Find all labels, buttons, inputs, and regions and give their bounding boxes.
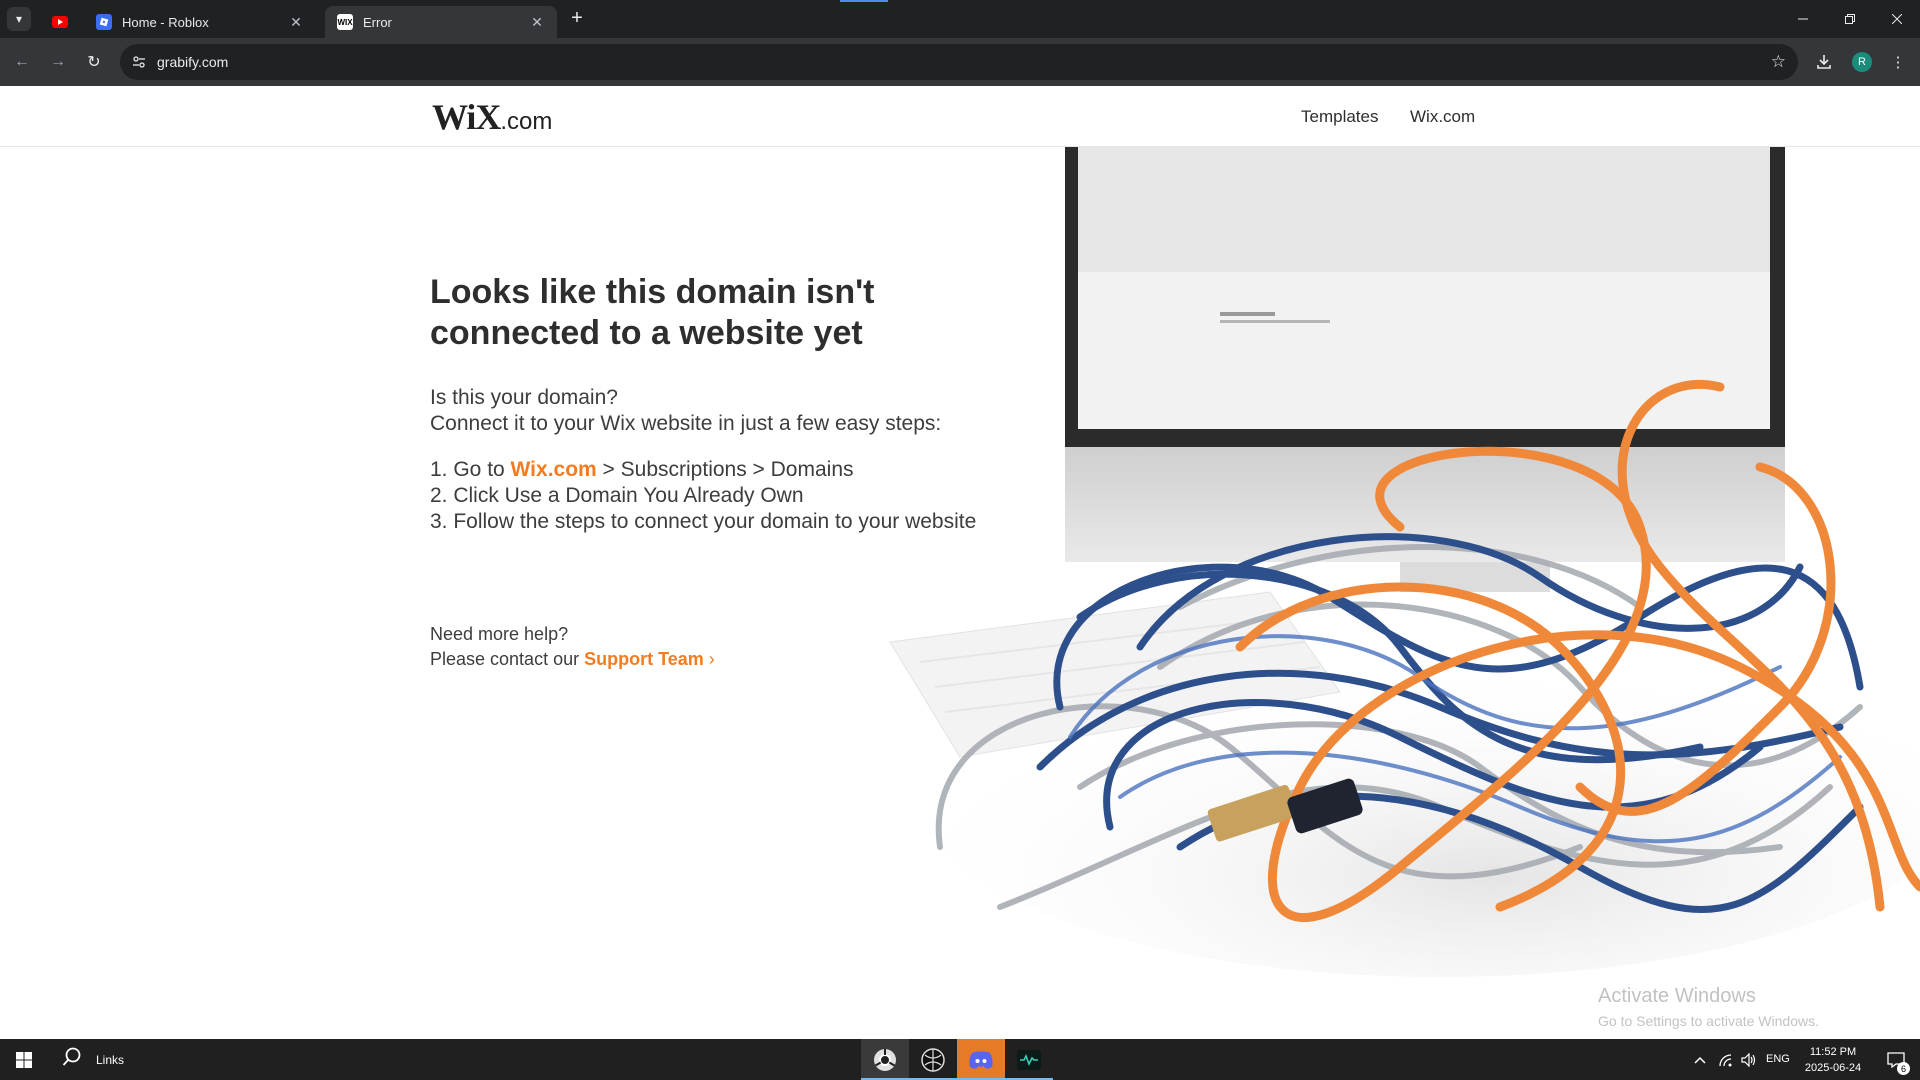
reload-icon[interactable]: ↻ bbox=[82, 50, 106, 74]
step-1-suffix: > Subscriptions > Domains bbox=[596, 458, 854, 481]
close-window-button[interactable] bbox=[1874, 0, 1920, 38]
roblox-icon bbox=[96, 14, 112, 30]
tab-youtube[interactable] bbox=[42, 6, 78, 38]
page-title: Looks like this domain isn't connected t… bbox=[430, 273, 875, 352]
wix-logo[interactable]: WiX .com bbox=[432, 96, 552, 138]
intro-line-2: Connect it to your Wix website in just a… bbox=[430, 412, 942, 435]
nav-templates-link[interactable]: Templates bbox=[1301, 107, 1378, 127]
windows-logo-icon bbox=[16, 1051, 32, 1068]
browser-tab-strip: ▾ Home - Roblox ✕ WIX Error ✕ + bbox=[0, 0, 1920, 38]
bookmark-star-icon[interactable]: ☆ bbox=[1771, 52, 1786, 72]
nav-wix-link[interactable]: Wix.com bbox=[1410, 107, 1475, 127]
chevron-up-icon[interactable] bbox=[1690, 1039, 1710, 1080]
network-icon[interactable] bbox=[1715, 1039, 1737, 1080]
watermark-subtitle: Go to Settings to activate Windows. bbox=[1598, 1013, 1819, 1029]
tab-roblox[interactable]: Home - Roblox ✕ bbox=[84, 6, 316, 38]
wix-link[interactable]: Wix.com bbox=[511, 458, 597, 481]
language-indicator[interactable]: ENG bbox=[1766, 1053, 1790, 1065]
logo-suffix: .com bbox=[500, 108, 553, 135]
windows-taskbar: Links ENG 11:52 PM 2025-06-24 6 bbox=[0, 1039, 1920, 1080]
minimize-button[interactable] bbox=[1780, 0, 1826, 38]
taskbar-search[interactable]: Links bbox=[50, 1039, 220, 1080]
intro-line-1: Is this your domain? bbox=[430, 386, 618, 409]
watermark-title: Activate Windows bbox=[1598, 985, 1756, 1007]
taskbar-chrome[interactable] bbox=[861, 1039, 909, 1080]
browser-toolbar: ← → ↻ grabify.com ☆ R ⋮ bbox=[0, 38, 1920, 86]
help-prefix: Please contact our bbox=[430, 649, 585, 669]
app-waveform-icon bbox=[1017, 1049, 1041, 1070]
site-settings-icon[interactable] bbox=[130, 53, 148, 71]
chrome-icon bbox=[874, 1048, 896, 1071]
close-icon[interactable]: ✕ bbox=[288, 14, 304, 30]
download-icon[interactable] bbox=[1812, 50, 1836, 74]
taskbar-app-4[interactable] bbox=[1005, 1039, 1053, 1080]
restore-button[interactable] bbox=[1827, 0, 1873, 38]
step-2: 2. Click Use a Domain You Already Own bbox=[430, 484, 804, 507]
tangled-cables-illustration bbox=[889, 147, 1920, 977]
search-label: Links bbox=[96, 1052, 125, 1067]
back-arrow-icon[interactable]: ← bbox=[10, 50, 34, 74]
step-3: 3. Follow the steps to connect your doma… bbox=[430, 510, 977, 533]
close-icon[interactable]: ✕ bbox=[529, 14, 545, 30]
tab-title: Home - Roblox bbox=[122, 14, 209, 30]
discord-icon bbox=[969, 1051, 993, 1069]
youtube-icon bbox=[52, 16, 68, 28]
new-tab-button[interactable]: + bbox=[566, 8, 588, 30]
tab-search-button[interactable]: ▾ bbox=[7, 7, 31, 31]
web-page: WiX .com Templates Wix.com Looks like th… bbox=[0, 86, 1920, 1039]
step-1: 1. Go to Wix.com > Subscriptions > Domai… bbox=[430, 458, 854, 482]
logo-main: WiX bbox=[432, 97, 501, 137]
help-line-2: Please contact our Support Team › bbox=[430, 649, 715, 670]
search-icon bbox=[62, 1047, 82, 1072]
clock-date: 2025-06-24 bbox=[1804, 1061, 1862, 1074]
menu-dots-icon[interactable]: ⋮ bbox=[1886, 50, 1910, 74]
window-accent-line bbox=[840, 0, 888, 2]
profile-avatar[interactable]: R bbox=[1852, 52, 1872, 72]
notifications-button[interactable]: 6 bbox=[1876, 1039, 1916, 1080]
app-ball-icon bbox=[921, 1047, 945, 1072]
activate-windows-watermark: Activate Windows Go to Settings to activ… bbox=[1598, 985, 1819, 1029]
clock[interactable]: 11:52 PM 2025-06-24 bbox=[1797, 1039, 1869, 1080]
notification-count: 6 bbox=[1897, 1062, 1910, 1075]
url-text: grabify.com bbox=[157, 54, 229, 70]
clock-time: 11:52 PM bbox=[1809, 1045, 1857, 1058]
taskbar-app-2[interactable] bbox=[909, 1039, 957, 1080]
start-button[interactable] bbox=[0, 1039, 48, 1080]
support-team-link[interactable]: Support Team bbox=[584, 649, 704, 669]
taskbar-discord[interactable] bbox=[957, 1039, 1005, 1080]
site-header: WiX .com Templates Wix.com bbox=[0, 86, 1920, 147]
chevron-right-icon: › bbox=[708, 649, 715, 669]
step-1-prefix: 1. Go to bbox=[430, 458, 511, 481]
tab-title: Error bbox=[363, 14, 392, 30]
forward-arrow-icon[interactable]: → bbox=[46, 50, 70, 74]
tab-error[interactable]: WIX Error ✕ bbox=[325, 6, 557, 38]
address-bar[interactable]: grabify.com ☆ bbox=[120, 44, 1798, 80]
help-line-1: Need more help? bbox=[430, 624, 569, 644]
volume-icon[interactable] bbox=[1738, 1039, 1760, 1080]
wix-icon: WIX bbox=[337, 14, 353, 30]
